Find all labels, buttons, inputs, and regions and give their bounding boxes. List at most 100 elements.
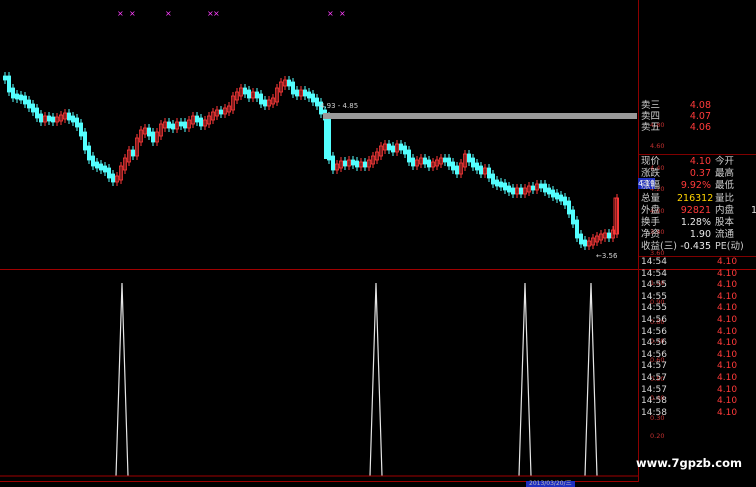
candle-body xyxy=(39,113,44,123)
candle-body xyxy=(18,94,23,101)
candle-body xyxy=(83,131,88,151)
candle-body xyxy=(551,189,556,198)
tick-price: 4.10 xyxy=(717,361,738,372)
candle-body xyxy=(218,109,223,115)
candle-body xyxy=(510,187,515,195)
tick-time: 14:54 xyxy=(641,257,667,267)
quote-value: -0.435 xyxy=(680,241,711,253)
candle-body xyxy=(555,192,560,200)
candle-body xyxy=(563,196,568,206)
tick-time: 14:57 xyxy=(641,384,667,395)
tick-price: 4.10 xyxy=(717,303,738,314)
order-book-price: 4.08 xyxy=(689,100,711,111)
candle-body xyxy=(146,127,151,137)
tick-time: 14:56 xyxy=(641,326,667,337)
quote-label: 现价 xyxy=(641,156,661,167)
candle-body xyxy=(426,159,431,168)
panel-divider xyxy=(639,154,756,155)
signal-marker: × xyxy=(129,9,136,18)
candle-body xyxy=(446,157,451,167)
tick-price: 4.10 xyxy=(717,268,738,279)
quote-value-secondary: 1 xyxy=(751,204,756,216)
order-book-label: 卖四 xyxy=(641,111,661,122)
tick-row[interactable]: 14:58 4.10 xyxy=(639,396,756,407)
tick-price: 4.10 xyxy=(717,384,738,395)
tick-time: 14:58 xyxy=(641,396,667,407)
candle-body xyxy=(539,183,544,189)
quote-label-secondary: 流通 xyxy=(715,229,735,241)
candle-body xyxy=(330,155,335,171)
candle-body xyxy=(182,121,187,129)
tick-row[interactable]: 14:55 4.10 xyxy=(639,303,756,314)
candle-body xyxy=(350,159,355,166)
quote-row[interactable]: 涨幅 9.92% 最低 xyxy=(639,180,756,191)
order-book-row[interactable]: 卖三 4.08 xyxy=(639,100,756,111)
candle-body xyxy=(474,162,479,171)
candle-body xyxy=(67,112,72,121)
candle-body xyxy=(607,232,612,239)
order-book-row[interactable]: 卖五 4.06 xyxy=(639,122,756,133)
candle-body xyxy=(166,121,171,129)
quote-label: 净资 xyxy=(641,229,661,241)
quote-row[interactable]: 总量 216312 量比 xyxy=(639,193,756,204)
candle-body xyxy=(258,93,263,105)
candle-body xyxy=(450,161,455,171)
quote-label: 总量 xyxy=(641,192,661,204)
tick-row[interactable]: 14:55 4.10 xyxy=(639,280,756,291)
tick-row[interactable]: 14:55 4.10 xyxy=(639,292,756,303)
tick-row[interactable]: 14:56 4.10 xyxy=(639,338,756,349)
order-book-row[interactable]: 卖四 4.07 xyxy=(639,111,756,122)
tick-price: 4.10 xyxy=(717,326,738,337)
quote-label: 涨幅 xyxy=(641,180,661,192)
tick-row[interactable]: 14:57 4.10 xyxy=(639,373,756,384)
candle-body xyxy=(310,93,315,103)
signal-marker: × xyxy=(339,9,346,18)
tick-price: 4.10 xyxy=(717,396,738,407)
signal-marker: × xyxy=(213,9,220,18)
quote-row[interactable]: 净资 1.90 流通 xyxy=(639,229,756,240)
candle-body xyxy=(91,155,96,167)
tick-row[interactable]: 14:58 4.10 xyxy=(639,408,756,419)
quote-label-secondary: 内盘 xyxy=(715,204,735,216)
quote-row[interactable]: 换手 1.28% 股本 xyxy=(639,217,756,228)
candle-body xyxy=(107,167,112,179)
candle-body xyxy=(402,145,407,155)
tick-price: 4.10 xyxy=(717,291,738,302)
quote-row[interactable]: 涨跌 0.37 最高 xyxy=(639,168,756,179)
quote-value: 0.37 xyxy=(689,168,711,180)
quote-value: 216312 xyxy=(677,192,714,204)
candle-body xyxy=(103,165,108,173)
tick-row[interactable]: 14:54 4.10 xyxy=(639,269,756,280)
tick-row[interactable]: 14:54 4.10 xyxy=(639,257,756,268)
candle-body xyxy=(494,179,499,187)
quote-row[interactable]: 现价 4.10 今开 xyxy=(639,156,756,167)
tick-row[interactable]: 14:56 4.10 xyxy=(639,350,756,361)
signal-marker: × xyxy=(117,9,124,18)
tick-row[interactable]: 14:56 4.10 xyxy=(639,327,756,338)
candle-body xyxy=(422,157,427,165)
tick-row[interactable]: 14:57 4.10 xyxy=(639,385,756,396)
indicator-spike xyxy=(518,282,532,477)
candle-body xyxy=(254,91,259,99)
low-price-label: ←3.56 xyxy=(596,252,618,260)
tick-row[interactable]: 14:57 4.10 xyxy=(639,361,756,372)
order-book-label: 卖五 xyxy=(641,122,661,133)
candle-body xyxy=(362,161,367,168)
candle-body xyxy=(486,167,491,179)
candle-body xyxy=(194,115,199,123)
candle-body xyxy=(294,89,299,97)
tick-price: 4.10 xyxy=(717,315,738,325)
signal-marker: × xyxy=(165,9,172,18)
tick-row[interactable]: 14:56 4.10 xyxy=(639,315,756,326)
candle-body xyxy=(543,183,548,193)
quote-row[interactable]: 外盘 92821 内盘 1 xyxy=(639,205,756,216)
tick-price: 4.10 xyxy=(717,257,738,267)
tick-price: 4.10 xyxy=(717,349,738,360)
quote-label: 换手 xyxy=(641,217,661,228)
candle-body xyxy=(519,187,524,195)
candlestick-chart[interactable]: 4.93 - 4.85←3.56× × × × × × × xyxy=(0,0,638,270)
quote-label-secondary: 股本 xyxy=(715,217,735,228)
quote-row[interactable]: 收益(三) -0.435 PE(动) xyxy=(639,241,756,252)
indicator-chart[interactable] xyxy=(0,270,638,482)
candle-body xyxy=(466,153,471,163)
